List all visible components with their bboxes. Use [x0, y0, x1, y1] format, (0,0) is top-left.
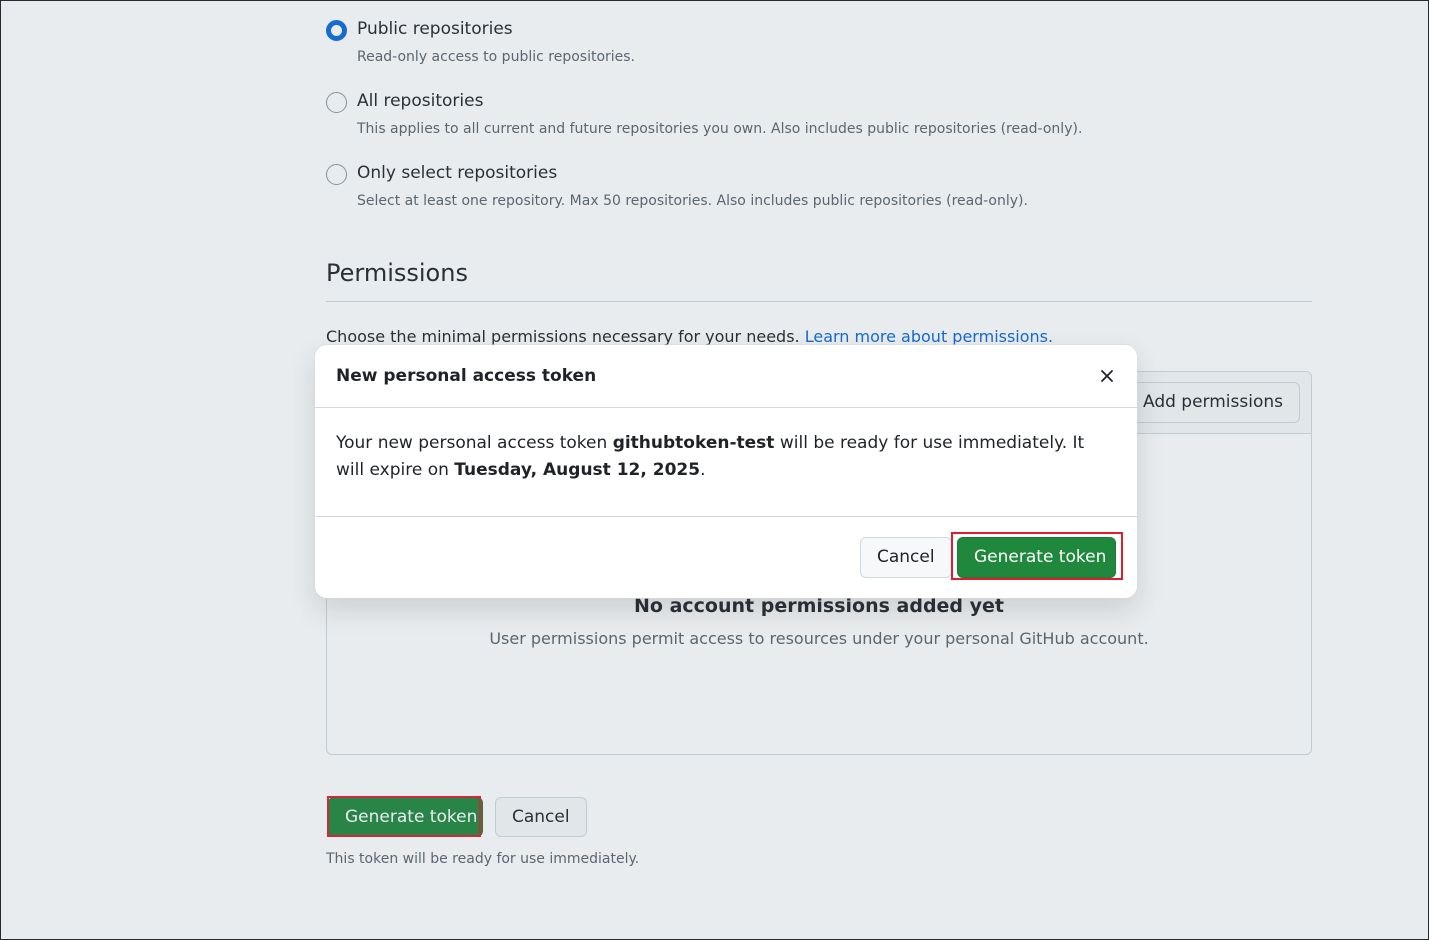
confirm-token-dialog: New personal access token Your new perso…	[315, 345, 1137, 598]
close-icon	[1101, 370, 1113, 382]
dialog-generate-token-button[interactable]: Generate token	[957, 537, 1116, 578]
expiry-date: Tuesday, August 12, 2025	[454, 460, 701, 480]
message-suffix: .	[700, 460, 706, 480]
dialog-header: New personal access token	[315, 345, 1137, 408]
dialog-cancel-button[interactable]: Cancel	[860, 537, 952, 578]
close-button[interactable]	[1093, 362, 1121, 390]
dialog-footer: Cancel Generate token	[315, 516, 1137, 598]
dialog-message: Your new personal access token githubtok…	[336, 430, 1116, 484]
page: Public repositories Read-only access to …	[0, 0, 1429, 940]
dialog-title: New personal access token	[336, 366, 597, 386]
token-name: githubtoken-test	[612, 433, 775, 453]
message-prefix: Your new personal access token	[336, 433, 613, 453]
